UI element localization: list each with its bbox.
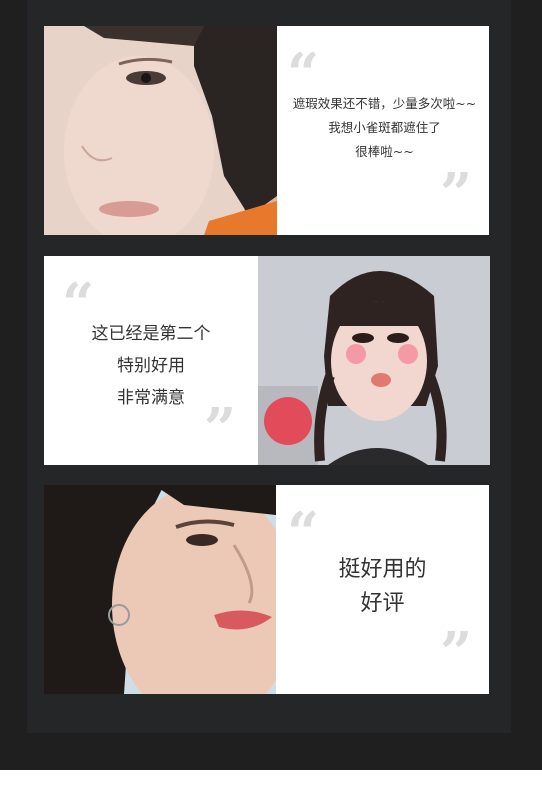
quote-close-icon: ” — [440, 620, 473, 686]
bottom-strip — [0, 770, 542, 800]
quote-close-icon: ” — [204, 396, 237, 462]
review-1-line-1: 遮瑕效果还不错，少量多次啦~~ — [292, 96, 477, 111]
review-2-line-2: 特别好用 — [117, 356, 185, 376]
review-card-2: “ 这已经是第二个 特别好用 非常满意 ” — [44, 256, 490, 465]
review-2-line-1: 这已经是第二个 — [91, 324, 211, 344]
review-photo-3 — [44, 485, 276, 694]
review-card-3: “ 挺好用的 好评 ” — [44, 485, 489, 694]
review-3-line-1: 挺好用的 — [338, 557, 427, 582]
review-photo-2 — [258, 256, 490, 465]
review-photo-1 — [44, 26, 277, 235]
review-card-1: “ 遮瑕效果还不错，少量多次啦~~ 我想小雀斑都遮住了 很棒啦~~ ” — [44, 26, 489, 235]
quote-close-icon: ” — [440, 161, 473, 227]
review-1-line-2: 我想小雀斑都遮住了 — [328, 120, 441, 135]
review-3-line-2: 好评 — [360, 591, 405, 616]
